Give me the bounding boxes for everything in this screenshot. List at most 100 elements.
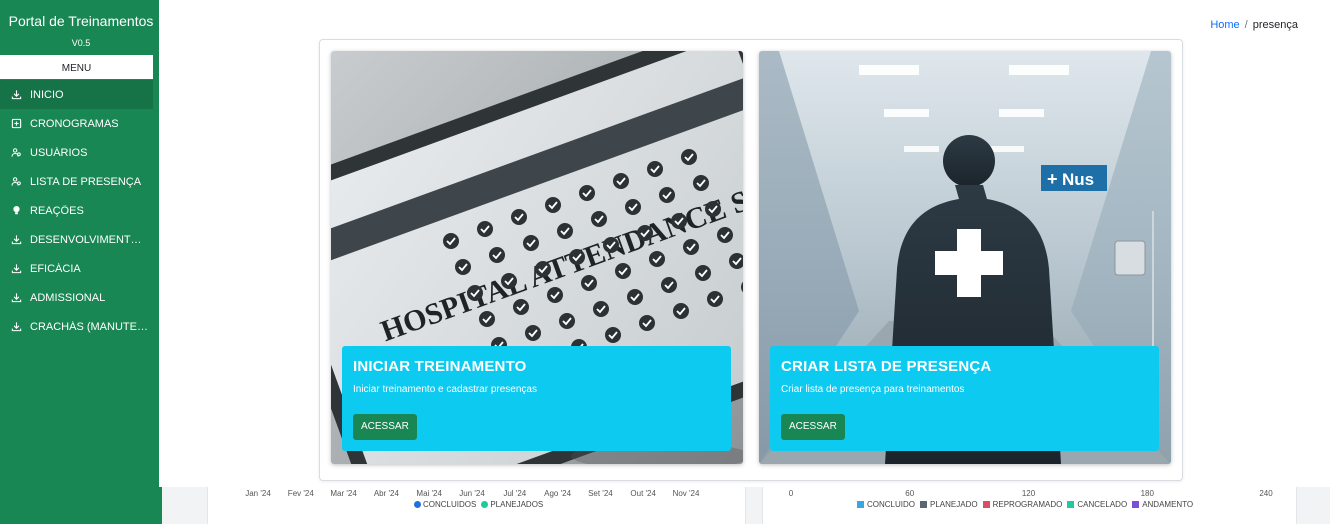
legend-swatch — [857, 501, 864, 508]
sidebar-nav: INICIO CRONOGRAMAS USUÁRIOS LISTA DE PRE… — [0, 80, 153, 341]
legend-swatch — [1132, 501, 1140, 508]
download-icon — [10, 321, 22, 333]
image-checkmark — [479, 311, 495, 327]
sidebar-item-label: ADMISSIONAL — [30, 291, 106, 304]
x-tick-label: Set '24 — [588, 489, 613, 498]
image-checkmark — [581, 275, 597, 291]
image-checkmark — [673, 303, 689, 319]
sidebar-item-label: INICIO — [30, 88, 64, 101]
legend-label: PLANEJADOS — [490, 500, 544, 509]
download-icon — [10, 292, 22, 304]
sidebar-item-inicio[interactable]: INICIO — [0, 80, 153, 109]
image-checkmark — [489, 247, 505, 263]
image-checkmark — [467, 285, 483, 301]
image-checkmark — [639, 315, 655, 331]
card-iniciar-treinamento: HOSPITAL ATTENDANCE SHEET INICIAR TREINA… — [331, 51, 743, 464]
image-checkmark — [545, 197, 561, 213]
users-icon — [10, 176, 22, 188]
image-checkmark — [559, 313, 575, 329]
image-checkmark — [717, 227, 733, 243]
image-checkmark — [603, 237, 619, 253]
chart-legend: CONCLUIDO PLANEJADO REPROGRAMADO CANCELADO A… — [857, 500, 1198, 509]
download-icon — [10, 89, 22, 101]
sidebar-item-desenvolvimento[interactable]: DESENVOLVIMENTO (... — [0, 225, 153, 254]
x-tick-label: Jun '24 — [459, 489, 485, 498]
legend-item[interactable]: CONCLUIDOS — [414, 500, 476, 509]
image-checkmark — [637, 225, 653, 241]
chart-panel-monthly: Jan '24 Fev '24 Mar '24 Abr '24 Mai '24 Jun '… — [207, 487, 746, 524]
legend-item[interactable]: PLANEJADOS — [481, 500, 543, 509]
x-tick-label: 240 — [1259, 489, 1273, 498]
sidebar-item-usuarios[interactable]: USUÁRIOS — [0, 138, 153, 167]
image-checkmark — [705, 201, 721, 217]
card-description: Criar lista de presença para treinamento… — [781, 384, 965, 395]
chart-legend: CONCLUIDOS PLANEJADOS — [414, 500, 548, 509]
image-checkmark — [557, 223, 573, 239]
x-tick-label: Mar '24 — [330, 489, 357, 498]
image-checkmark — [579, 185, 595, 201]
legend-label: CONCLUIDOS — [423, 500, 477, 509]
legend-label: PLANEJADO — [930, 500, 978, 509]
image-checkmark — [683, 239, 699, 255]
image-checkmark — [547, 287, 563, 303]
sidebar: Portal de Treinamentos V0.5 MENU INICIO … — [0, 0, 162, 524]
image-checkmark — [647, 161, 663, 177]
x-tick-label: Mai '24 — [416, 489, 442, 498]
users-icon — [10, 147, 22, 159]
sidebar-item-reacoes[interactable]: REAÇÕES — [0, 196, 153, 225]
legend-swatch — [1067, 501, 1075, 508]
image-checkmark — [671, 213, 687, 229]
plus-square-icon — [10, 118, 22, 130]
legend-swatch — [920, 501, 928, 508]
brand: Portal de Treinamentos V0.5 — [0, 0, 162, 48]
lightbulb-icon — [10, 205, 22, 217]
image-checkmark — [477, 221, 493, 237]
app-version: V0.5 — [71, 38, 91, 48]
sidebar-item-lista-de-presenca[interactable]: LISTA DE PRESENÇA — [0, 167, 153, 196]
chart-panel-status: 0 60 120 180 240 CONCLUIDO PLANEJADO REPROGRAM… — [762, 487, 1297, 524]
image-checkmark — [569, 249, 585, 265]
sidebar-item-label: LISTA DE PRESENÇA — [30, 175, 142, 188]
image-checkmark — [511, 209, 527, 225]
image-checkmark — [523, 235, 539, 251]
download-icon — [10, 263, 22, 275]
download-icon — [10, 234, 22, 246]
breadcrumb-home-link[interactable]: Home — [1210, 19, 1239, 31]
image-sign: Nus — [1062, 170, 1094, 189]
acessar-button[interactable]: ACESSAR — [781, 414, 845, 440]
legend-item[interactable]: ANDAMENTO — [1132, 500, 1193, 509]
legend-item[interactable]: REPROGRAMADO — [982, 500, 1063, 509]
image-checkmark — [659, 187, 675, 203]
x-tick-label: Ago '24 — [544, 489, 572, 498]
breadcrumb-separator: / — [1244, 19, 1248, 31]
sidebar-item-label: DESENVOLVIMENTO (... — [30, 233, 150, 246]
image-checkmark — [455, 259, 471, 275]
image-checkmark — [625, 199, 641, 215]
sidebar-item-label: EFICÁCIA — [30, 262, 81, 275]
legend-label: CANCELADO — [1077, 500, 1128, 509]
sidebar-item-eficacia[interactable]: EFICÁCIA — [0, 254, 153, 283]
sidebar-item-admissional[interactable]: ADMISSIONAL — [0, 283, 153, 312]
x-tick-label: 0 — [788, 489, 794, 498]
sidebar-item-label: REAÇÕES — [30, 204, 84, 217]
card-overlay: CRIAR LISTA DE PRESENÇA Criar lista de p… — [770, 346, 1159, 451]
legend-label: CONCLUIDO — [867, 500, 916, 509]
sidebar-item-cronogramas[interactable]: CRONOGRAMAS — [0, 109, 153, 138]
breadcrumb: Home / presença — [1210, 19, 1298, 31]
x-tick-label: Nov '24 — [672, 489, 700, 498]
image-checkmark — [707, 291, 723, 307]
x-tick-label: 60 — [905, 489, 915, 498]
legend-item[interactable]: PLANEJADO — [920, 500, 978, 509]
legend-item[interactable]: CONCLUIDO — [857, 500, 915, 509]
sidebar-item-crachas[interactable]: CRACHÁS (MANUTEN... — [0, 312, 153, 341]
image-checkmark — [615, 263, 631, 279]
app-title: Portal de Treinamentos — [8, 13, 154, 29]
sidebar-item-label: CRONOGRAMAS — [30, 117, 119, 130]
image-checkmark — [693, 175, 709, 191]
cards-container: HOSPITAL ATTENDANCE SHEET INICIAR TREINA… — [319, 39, 1183, 481]
card-description: Iniciar treinamento e cadastrar presença… — [353, 384, 537, 395]
legend-label: REPROGRAMADO — [992, 500, 1063, 509]
acessar-button[interactable]: ACESSAR — [353, 414, 417, 440]
legend-item[interactable]: CANCELADO — [1067, 500, 1127, 509]
image-checkmark — [681, 149, 697, 165]
